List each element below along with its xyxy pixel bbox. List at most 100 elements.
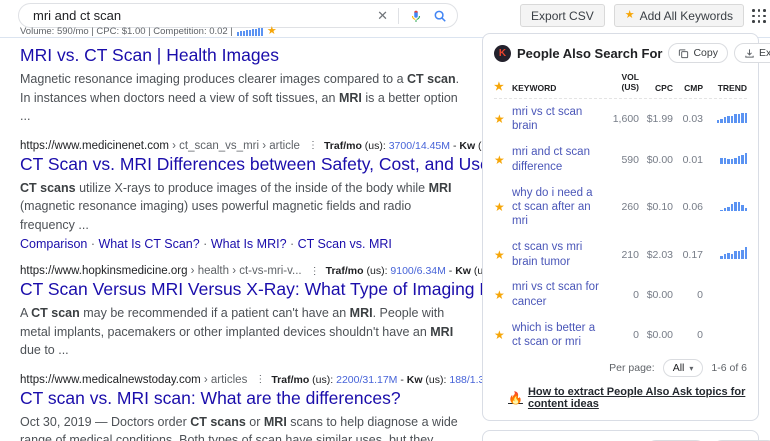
keyword-cpc: $2.03	[639, 249, 673, 261]
sitelink[interactable]: Comparison	[20, 237, 87, 251]
result-title-link[interactable]: CT scan vs. MRI scan: What are the diffe…	[20, 388, 476, 409]
keyword-cpc: $0.10	[639, 201, 673, 213]
keywords-everywhere-logo-icon: K	[494, 45, 511, 62]
search-result: https://www.medicinenet.com › ct_scan_vs…	[20, 140, 476, 252]
keyword-row: ★why do i need a ct scan after an mri260…	[494, 179, 747, 234]
search-result: https://www.hopkinsmedicine.org › health…	[20, 265, 476, 360]
search-box-icons: ✕	[377, 8, 447, 24]
keyword-link[interactable]: mri vs ct scan for cancer	[512, 280, 603, 309]
keyword-metrics-text: Volume: 590/mo | CPC: $1.00 | Competitio…	[20, 26, 233, 37]
per-page-dropdown[interactable]: All▾	[663, 359, 704, 377]
keyword-trend-chart	[703, 326, 747, 344]
result-url[interactable]: https://www.medicalnewstoday.com › artic…	[20, 374, 247, 386]
sitelink[interactable]: What Is CT Scan?	[99, 237, 200, 251]
favorite-star-icon[interactable]: ★	[494, 112, 512, 126]
keyword-volume: 1,600	[603, 113, 639, 125]
result-snippet: CT scans utilize X-rays to produce image…	[20, 179, 468, 235]
favorite-star-icon[interactable]: ★	[494, 153, 512, 167]
result-menu-icon[interactable]: ⋮	[255, 374, 265, 385]
result-url-line: https://www.medicinenet.com › ct_scan_vs…	[20, 140, 476, 152]
result-url[interactable]: https://www.medicinenet.com › ct_scan_vs…	[20, 140, 300, 152]
trend-column-header: TREND	[703, 83, 747, 93]
clear-search-icon[interactable]: ✕	[377, 8, 388, 24]
search-results-list: MRI vs. CT Scan | Health Images Magnetic …	[20, 43, 476, 441]
result-snippet: A CT scan may be recommended if a patien…	[20, 304, 468, 360]
panel-title: People Also Search For	[517, 46, 662, 61]
result-title-link[interactable]: MRI vs. CT Scan | Health Images	[20, 45, 476, 66]
google-serp-page: mri and ct scan ✕	[0, 0, 770, 441]
keyword-link[interactable]: mri vs ct scan brain	[512, 105, 603, 134]
result-url-line: https://www.hopkinsmedicine.org › health…	[20, 265, 476, 277]
keywords-panel: KPeople Also Search ForCopyExport✕★KEYWO…	[482, 33, 759, 421]
search-result: MRI vs. CT Scan | Health Images Magnetic …	[20, 45, 476, 126]
export-button[interactable]: Export	[734, 43, 770, 63]
favorite-star-icon[interactable]: ★	[494, 200, 512, 214]
keyword-cmp: 0.17	[673, 249, 703, 261]
keyword-cpc: $0.00	[639, 329, 673, 341]
table-header: ★KEYWORDVOL(US)CPCCMPTREND	[494, 73, 747, 99]
search-icon[interactable]	[433, 9, 447, 23]
result-url[interactable]: https://www.hopkinsmedicine.org › health…	[20, 265, 302, 277]
keyword-cmp: 0.06	[673, 201, 703, 213]
star-column-header: ★	[494, 80, 512, 93]
search-input[interactable]: mri and ct scan	[33, 8, 377, 23]
search-result: https://www.medicalnewstoday.com › artic…	[20, 374, 476, 441]
result-menu-icon[interactable]: ⋮	[308, 140, 318, 151]
search-box[interactable]: mri and ct scan ✕	[18, 3, 458, 28]
keyword-column-header: KEYWORD	[512, 83, 603, 93]
google-apps-icon[interactable]	[752, 9, 766, 23]
keyword-cpc: $0.00	[639, 154, 673, 166]
keyword-cpc: $1.99	[639, 113, 673, 125]
star-icon: ★	[625, 10, 635, 21]
keyword-row: ★mri vs ct scan brain1,600$1.990.03	[494, 99, 747, 139]
favorite-star-icon[interactable]: ★	[494, 288, 512, 302]
result-domain: https://www.hopkinsmedicine.org	[20, 265, 187, 277]
favorite-star-icon[interactable]: ★	[494, 248, 512, 262]
result-url-line: https://www.medicalnewstoday.com › artic…	[20, 374, 476, 386]
keyword-cpc: $0.00	[639, 289, 673, 301]
keywords-everywhere-panels: KPeople Also Search ForCopyExport✕★KEYWO…	[482, 33, 759, 441]
serp-traffic-metrics: Traf/mo (us): 2200/31.17M - Kw (us): 188…	[271, 374, 499, 386]
keyword-volume: 0	[603, 329, 639, 341]
keyword-link[interactable]: why do i need a ct scan after an mri	[512, 186, 603, 229]
add-all-keywords-button[interactable]: ★ Add All Keywords	[614, 4, 744, 27]
keyword-link[interactable]: mri and ct scan difference	[512, 145, 603, 174]
keyword-row: ★ct scan vs mri brain tumor210$2.030.17	[494, 234, 747, 274]
keyword-cmp: 0	[673, 289, 703, 301]
volume-column-header: VOL(US)	[603, 73, 639, 93]
result-menu-icon[interactable]: ⋮	[310, 266, 320, 277]
result-sitelinks: Comparison · What Is CT Scan? · What Is …	[20, 237, 476, 251]
keyword-row: ★which is better a ct scan or mri0$0.000	[494, 314, 747, 354]
keyword-trend-chart	[703, 246, 747, 264]
voice-search-icon[interactable]	[409, 9, 423, 23]
keyword-volume: 210	[603, 249, 639, 261]
flame-icon: 🔥	[508, 392, 523, 404]
keyword-row: ★mri vs ct scan for cancer0$0.000	[494, 274, 747, 314]
panel-header: KPeople Also Search ForCopyExport✕	[494, 43, 747, 63]
keyword-link[interactable]: which is better a ct scan or mri	[512, 321, 603, 350]
keyword-link[interactable]: ct scan vs mri brain tumor	[512, 240, 603, 269]
help-article-link[interactable]: 🔥How to extract People Also Ask topics f…	[508, 386, 747, 410]
pagination-range: 1-6 of 6	[711, 362, 747, 374]
keyword-trend-chart	[703, 286, 747, 304]
keyword-cmp: 0.01	[673, 154, 703, 166]
export-icon	[744, 48, 755, 59]
export-csv-button[interactable]: Export CSV	[520, 4, 605, 27]
panel-footer: Per page:All▾1-6 of 6	[494, 359, 747, 377]
sitelink[interactable]: CT Scan vs. MRI	[298, 237, 392, 251]
search-divider	[398, 8, 399, 24]
result-domain: https://www.medicalnewstoday.com	[20, 374, 201, 386]
volume-trend-chart	[237, 27, 263, 36]
keyword-volume: 0	[603, 289, 639, 301]
keyword-trend-chart	[703, 198, 747, 216]
result-snippet: Oct 30, 2019 — Doctors order CT scans or…	[20, 413, 468, 441]
result-title-link[interactable]: CT Scan Versus MRI Versus X-Ray: What Ty…	[20, 279, 476, 300]
result-title-link[interactable]: CT Scan vs. MRI Differences between Safe…	[20, 154, 476, 175]
keyword-row: ★mri and ct scan difference590$0.000.01	[494, 139, 747, 179]
result-snippet: Magnetic resonance imaging produces clea…	[20, 70, 468, 126]
favorite-star-icon[interactable]: ★	[494, 328, 512, 342]
sitelink[interactable]: What Is MRI?	[211, 237, 287, 251]
copy-button[interactable]: Copy	[668, 43, 728, 63]
favorite-keyword-star-icon[interactable]: ★	[267, 26, 277, 37]
chevron-down-icon: ▾	[689, 364, 693, 373]
